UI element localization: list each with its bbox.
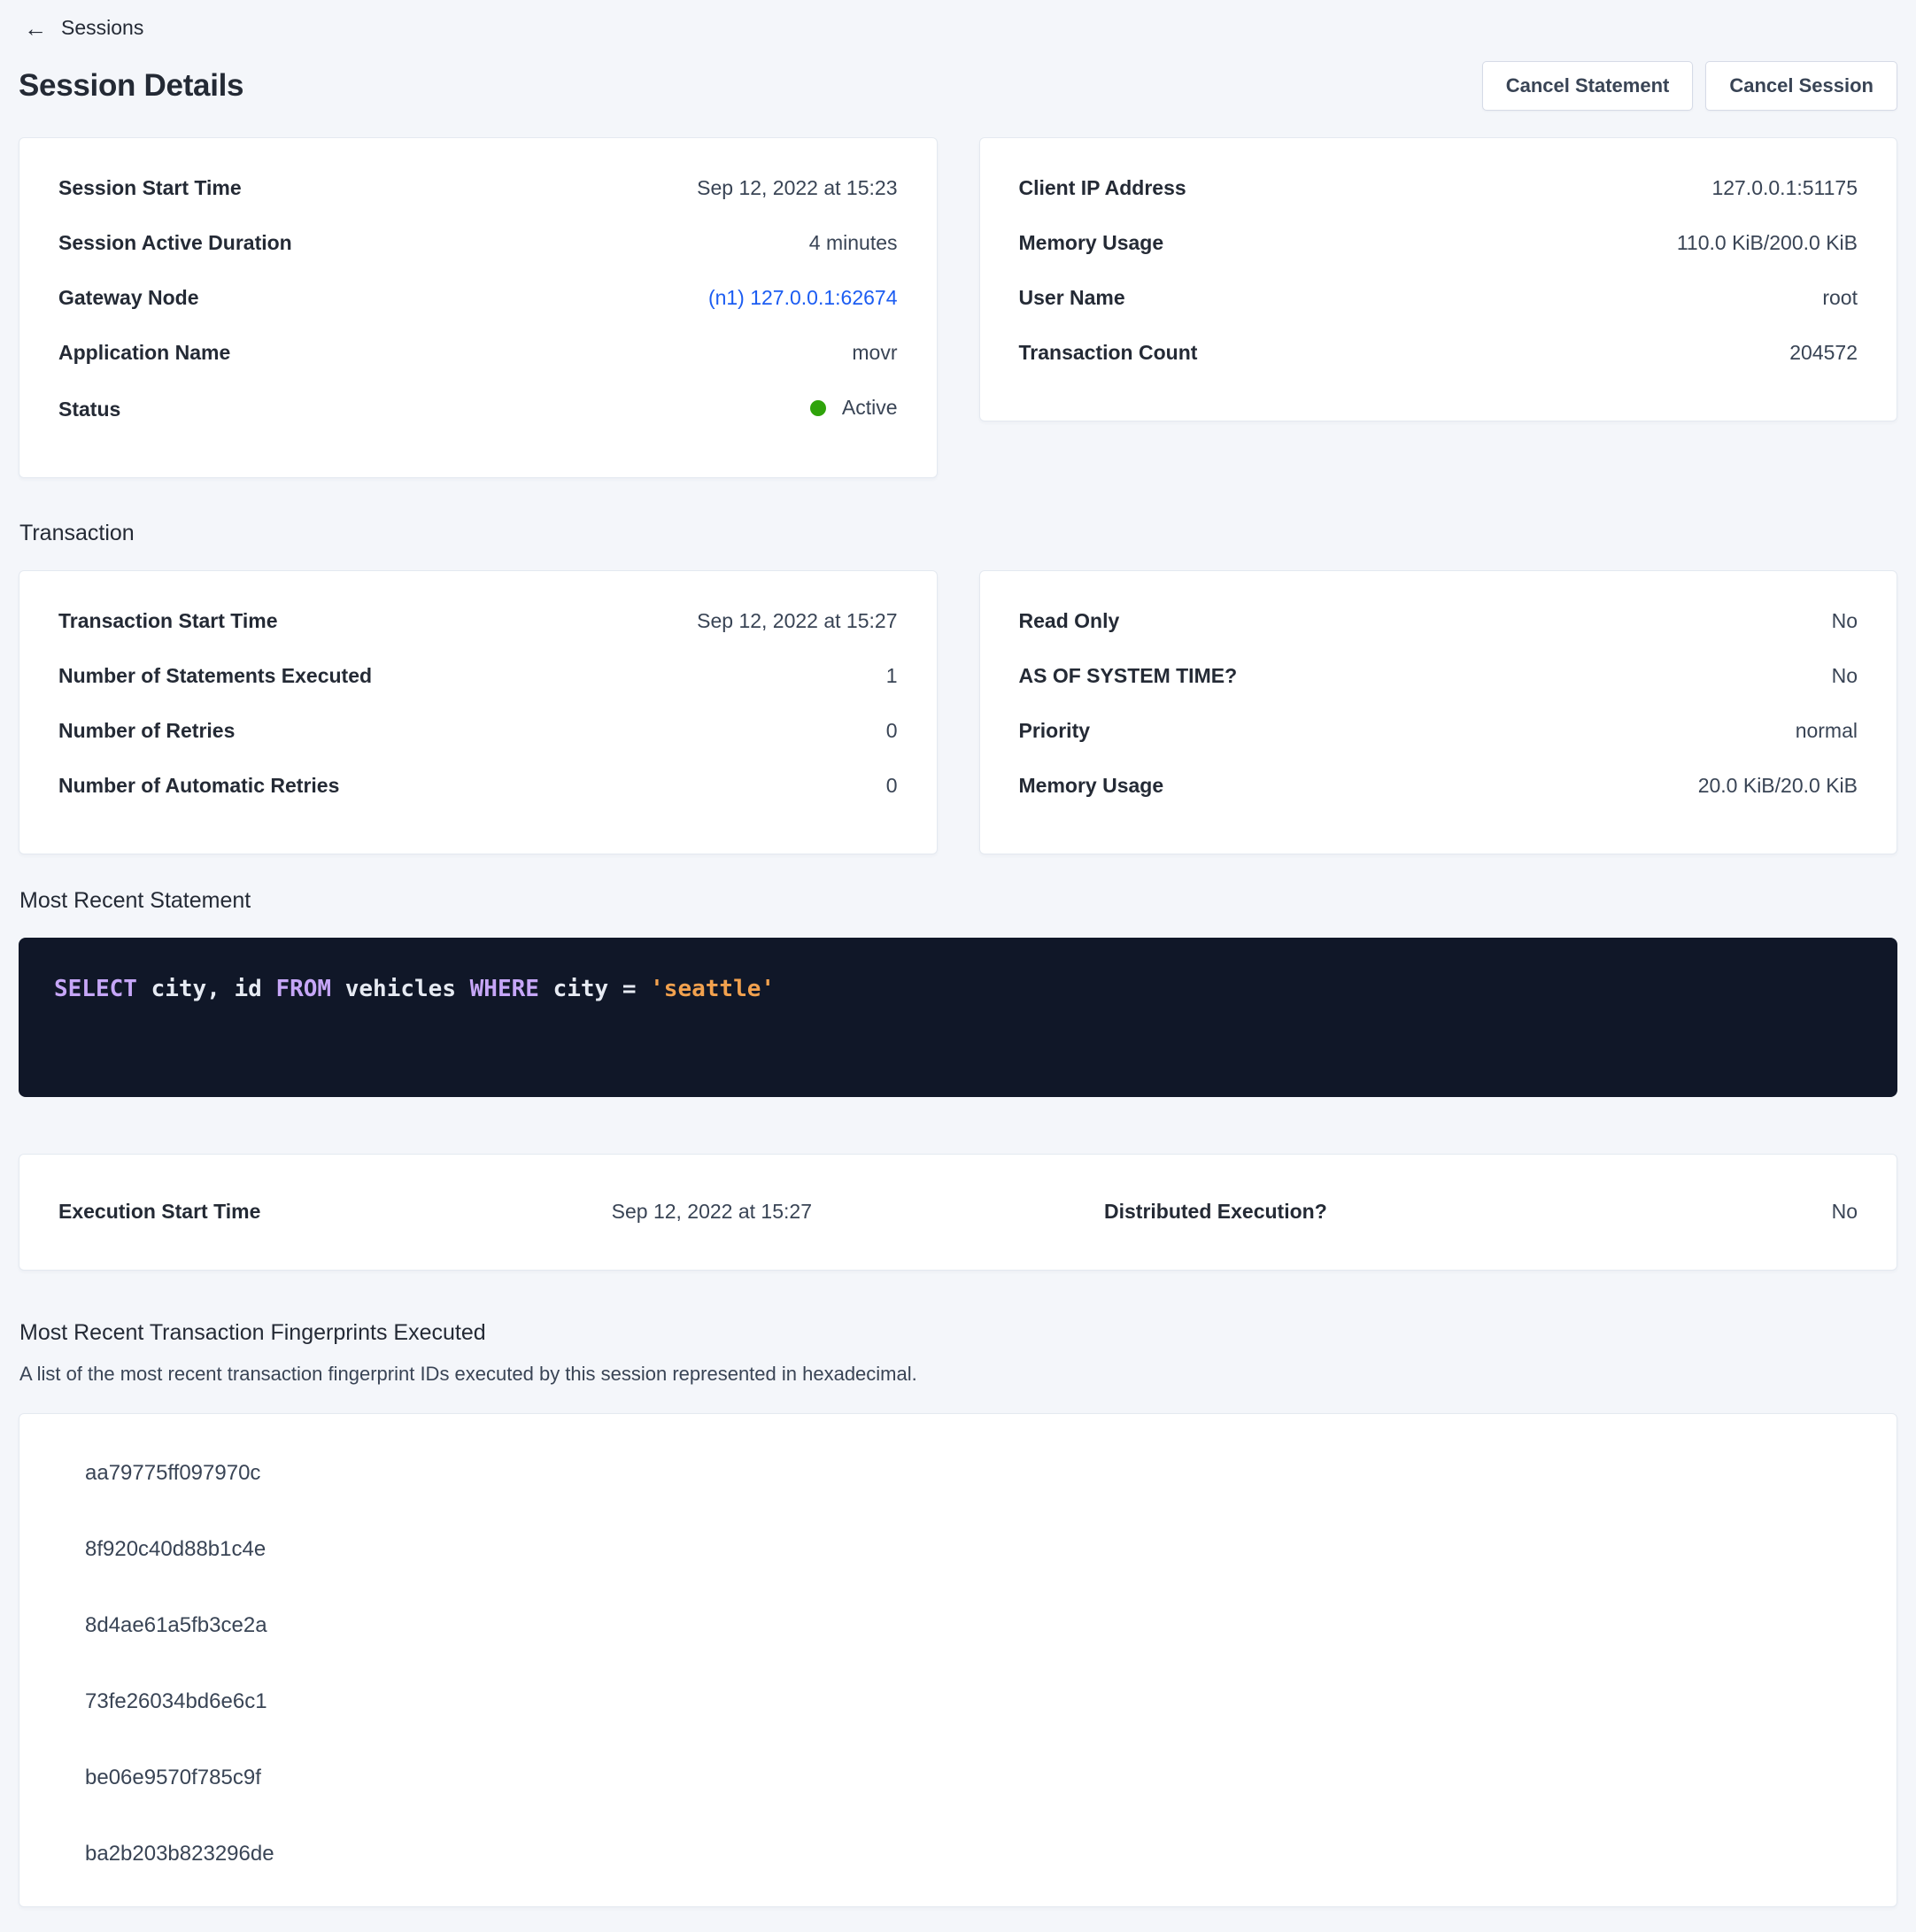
gateway-node-link[interactable]: (n1) 127.0.0.1:62674 <box>708 285 898 311</box>
execution-start-time-pair: Execution Start Time Sep 12, 2022 at 15:… <box>58 1199 812 1225</box>
row-value: 1 <box>886 663 898 689</box>
row-label: Session Start Time <box>58 175 242 201</box>
sql-token: city = <box>539 976 650 1002</box>
fingerprints-description: A list of the most recent transaction fi… <box>19 1361 1897 1387</box>
sql-token: SELECT <box>54 976 137 1002</box>
row-value: 127.0.0.1:51175 <box>1711 175 1858 201</box>
fingerprint-item: 8d4ae61a5fb3ce2a <box>85 1588 1858 1664</box>
summary-row: Gateway Node (n1) 127.0.0.1:62674 <box>58 285 898 311</box>
row-value: root <box>1822 285 1858 311</box>
execution-start-time-label: Execution Start Time <box>58 1199 260 1225</box>
row-value: No <box>1832 608 1858 634</box>
row-value: 4 minutes <box>809 230 898 256</box>
distributed-execution-value: No <box>1832 1199 1858 1225</box>
summary-row: Memory Usage 20.0 KiB/20.0 KiB <box>1019 773 1858 799</box>
breadcrumb-back-link[interactable]: Sessions <box>61 16 143 40</box>
sql-token: FROM <box>275 976 331 1002</box>
row-label: User Name <box>1019 285 1125 311</box>
row-value: 0 <box>886 718 898 744</box>
summary-row: Memory Usage 110.0 KiB/200.0 KiB <box>1019 230 1858 256</box>
row-label: Status <box>58 397 120 422</box>
execution-start-time-value: Sep 12, 2022 at 15:27 <box>612 1199 812 1225</box>
page-header: Session Details Cancel Statement Cancel … <box>19 61 1897 111</box>
page-title: Session Details <box>19 66 243 105</box>
transaction-right-card: Read Only No AS OF SYSTEM TIME? No Prior… <box>979 570 1898 854</box>
fingerprint-item: be06e9570f785c9f <box>85 1740 1858 1816</box>
fingerprint-item: 8f920c40d88b1c4e <box>85 1511 1858 1588</box>
session-summary-card: Session Start Time Sep 12, 2022 at 15:23… <box>19 137 938 478</box>
sql-code: SELECT city, id FROM vehicles WHERE city… <box>54 976 775 1002</box>
summary-row: Transaction Start Time Sep 12, 2022 at 1… <box>58 608 898 634</box>
row-label: Client IP Address <box>1019 175 1186 201</box>
session-details-page: ← Sessions Session Details Cancel Statem… <box>0 0 1916 1932</box>
row-label: Number of Retries <box>58 718 235 744</box>
row-label: Transaction Count <box>1019 340 1198 366</box>
summary-row: Number of Automatic Retries 0 <box>58 773 898 799</box>
section-title-transaction: Transaction <box>19 519 1897 547</box>
row-label: Gateway Node <box>58 285 199 311</box>
row-label: Read Only <box>1019 608 1120 634</box>
cancel-statement-button[interactable]: Cancel Statement <box>1482 61 1694 111</box>
distributed-execution-pair: Distributed Execution? No <box>1104 1199 1858 1225</box>
cancel-session-button[interactable]: Cancel Session <box>1705 61 1897 111</box>
row-label: Number of Statements Executed <box>58 663 372 689</box>
summary-row: Priority normal <box>1019 718 1858 744</box>
distributed-execution-label: Distributed Execution? <box>1104 1199 1327 1225</box>
status-label: Active <box>842 395 898 421</box>
section-title-fingerprints: Most Recent Transaction Fingerprints Exe… <box>19 1318 1897 1347</box>
summary-row: Status Active <box>58 395 898 422</box>
fingerprint-item: aa79775ff097970c <box>85 1435 1858 1511</box>
row-label: Application Name <box>58 340 230 366</box>
header-actions: Cancel Statement Cancel Session <box>1482 61 1897 111</box>
transaction-left-card: Transaction Start Time Sep 12, 2022 at 1… <box>19 570 938 854</box>
summary-row: Transaction Count 204572 <box>1019 340 1858 366</box>
sql-statement-box: SELECT city, id FROM vehicles WHERE city… <box>19 938 1897 1097</box>
row-label: Priority <box>1019 718 1091 744</box>
summary-row: User Name root <box>1019 285 1858 311</box>
row-value: Sep 12, 2022 at 15:23 <box>697 175 897 201</box>
fingerprint-item: ba2b203b823296de <box>85 1816 1858 1892</box>
row-label: AS OF SYSTEM TIME? <box>1019 663 1238 689</box>
row-value: Sep 12, 2022 at 15:27 <box>697 608 897 634</box>
back-arrow-icon: ← <box>24 18 47 39</box>
row-label: Memory Usage <box>1019 230 1164 256</box>
section-title-most-recent-statement: Most Recent Statement <box>19 886 1897 915</box>
session-status-badge: Active <box>810 395 898 421</box>
breadcrumb[interactable]: ← Sessions <box>24 16 1897 40</box>
execution-card: Execution Start Time Sep 12, 2022 at 15:… <box>19 1154 1897 1271</box>
fingerprints-card: aa79775ff097970c 8f920c40d88b1c4e 8d4ae6… <box>19 1413 1897 1907</box>
fingerprint-item: 73fe26034bd6e6c1 <box>85 1664 1858 1740</box>
summary-row: Session Start Time Sep 12, 2022 at 15:23 <box>58 175 898 201</box>
summary-row: Client IP Address 127.0.0.1:51175 <box>1019 175 1858 201</box>
summary-row: Application Name movr <box>58 340 898 366</box>
row-label: Memory Usage <box>1019 773 1164 799</box>
summary-row: AS OF SYSTEM TIME? No <box>1019 663 1858 689</box>
row-value: 20.0 KiB/20.0 KiB <box>1698 773 1858 799</box>
client-summary-card: Client IP Address 127.0.0.1:51175 Memory… <box>979 137 1898 421</box>
sql-token: vehicles <box>331 976 470 1002</box>
row-label: Transaction Start Time <box>58 608 278 634</box>
row-label: Number of Automatic Retries <box>58 773 339 799</box>
summary-row: Read Only No <box>1019 608 1858 634</box>
sql-token: WHERE <box>470 976 539 1002</box>
summary-row: Number of Statements Executed 1 <box>58 663 898 689</box>
row-value: 204572 <box>1789 340 1858 366</box>
session-summary-grid: Session Start Time Sep 12, 2022 at 15:23… <box>19 137 1897 478</box>
sql-token: city, id <box>137 976 276 1002</box>
row-value: 110.0 KiB/200.0 KiB <box>1677 230 1858 256</box>
row-value: movr <box>852 340 897 366</box>
row-value: normal <box>1796 718 1858 744</box>
row-value: No <box>1832 663 1858 689</box>
transaction-grid: Transaction Start Time Sep 12, 2022 at 1… <box>19 570 1897 854</box>
summary-row: Number of Retries 0 <box>58 718 898 744</box>
row-value: 0 <box>886 773 898 799</box>
status-dot-icon <box>810 400 826 416</box>
sql-token: 'seattle' <box>650 976 775 1002</box>
row-label: Session Active Duration <box>58 230 292 256</box>
summary-row: Session Active Duration 4 minutes <box>58 230 898 256</box>
